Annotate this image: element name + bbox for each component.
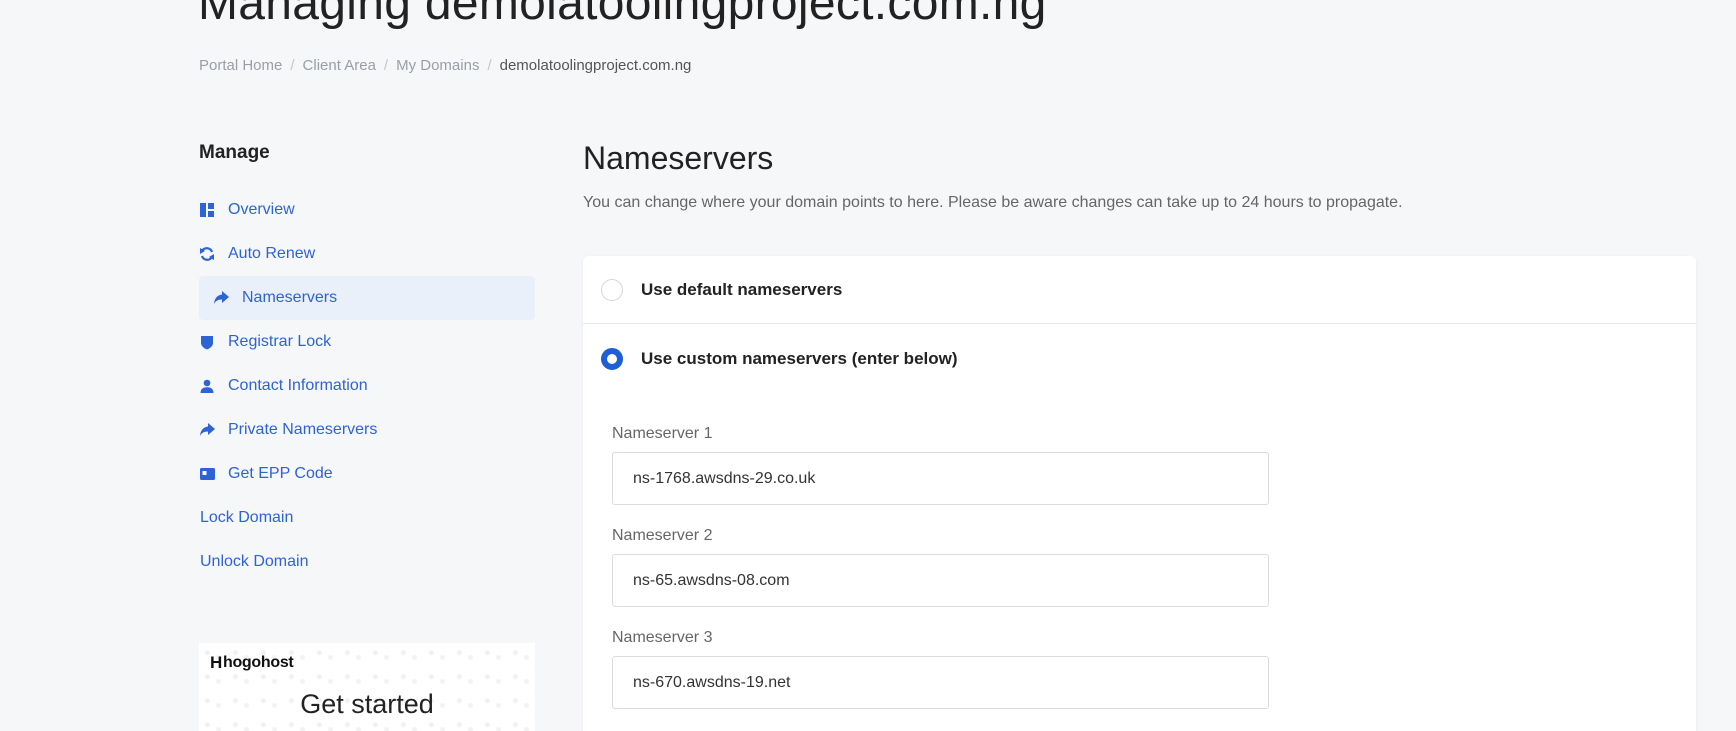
breadcrumb-portal-home[interactable]: Portal Home (199, 57, 282, 74)
promo-logo-text: hogohost (222, 654, 294, 671)
nameserver-2-group: Nameserver 2 (612, 526, 1269, 607)
sidebar-item-label: Contact Information (228, 377, 368, 394)
option-default-nameservers[interactable]: Use default nameservers (583, 256, 1696, 324)
nameserver-1-group: Nameserver 1 (612, 424, 1269, 505)
breadcrumb: Portal Home / Client Area / My Domains /… (199, 57, 691, 74)
sidebar-item-overview[interactable]: Overview (199, 188, 535, 232)
sidebar-item-private-nameservers[interactable]: Private Nameservers (199, 408, 535, 452)
sidebar-item-unlock-domain[interactable]: Unlock Domain (199, 540, 535, 584)
sidebar: Manage Overview Auto Renew Nameservers R… (199, 140, 535, 584)
promo-banner[interactable]: H hogohost Get started (199, 643, 535, 731)
nameserver-3-group: Nameserver 3 (612, 628, 1269, 709)
promo-logo-mark: H (210, 653, 222, 672)
promo-cta-text: Get started (300, 689, 434, 719)
sidebar-item-auto-renew[interactable]: Auto Renew (199, 232, 535, 276)
option-label: Use default nameservers (641, 279, 843, 299)
sidebar-item-label: Private Nameservers (228, 421, 378, 438)
sidebar-heading: Manage (199, 142, 270, 163)
sidebar-item-label: Registrar Lock (228, 333, 332, 350)
nameserver-1-label: Nameserver 1 (612, 425, 713, 442)
share-arrow-icon (199, 422, 215, 438)
sidebar-item-contact-information[interactable]: Contact Information (199, 364, 535, 408)
nameserver-2-input[interactable] (612, 554, 1269, 607)
radio-default-nameservers[interactable] (601, 278, 623, 301)
sidebar-item-label: Nameservers (242, 289, 338, 306)
sidebar-item-nameservers[interactable]: Nameservers (199, 276, 535, 320)
user-icon (199, 378, 215, 394)
sidebar-item-registrar-lock[interactable]: Registrar Lock (199, 320, 535, 364)
shield-icon (199, 334, 215, 350)
sidebar-item-label: Auto Renew (228, 245, 316, 262)
breadcrumb-separator: / (290, 57, 295, 74)
nameserver-2-label: Nameserver 2 (612, 527, 713, 544)
sidebar-item-get-epp-code[interactable]: Get EPP Code (199, 452, 535, 496)
breadcrumb-separator: / (487, 57, 492, 74)
section-title: Nameservers (583, 140, 774, 176)
breadcrumb-separator: / (383, 57, 389, 74)
nameservers-card: Use default nameservers Use custom names… (583, 256, 1696, 731)
option-label: Use custom nameservers (enter below) (641, 349, 958, 368)
id-card-icon (199, 466, 215, 482)
sidebar-item-lock-domain[interactable]: Lock Domain (199, 496, 535, 540)
nameserver-3-input[interactable] (612, 656, 1269, 709)
nameserver-1-input[interactable] (612, 452, 1269, 505)
nameserver-3-label: Nameserver 3 (612, 629, 713, 646)
section-description: You can change where your domain points … (583, 194, 1403, 211)
share-arrow-icon (213, 290, 229, 306)
dashboard-icon (199, 202, 215, 218)
sidebar-item-label: Overview (228, 201, 295, 218)
breadcrumb-client-area[interactable]: Client Area (303, 57, 376, 74)
radio-custom-nameservers[interactable] (601, 348, 623, 370)
sync-icon (199, 246, 215, 262)
breadcrumb-my-domains[interactable]: My Domains (396, 57, 479, 74)
sidebar-item-label: Lock Domain (200, 509, 294, 526)
sidebar-item-label: Unlock Domain (200, 553, 309, 570)
promo-logo: H hogohost (210, 653, 294, 673)
breadcrumb-current-domain: demolatoolingproject.com.ng (499, 57, 692, 74)
sidebar-item-label: Get EPP Code (228, 465, 333, 482)
page-title: Managing demolatoolingproject.com.ng (198, 0, 1047, 30)
option-custom-nameservers[interactable]: Use custom nameservers (enter below) (583, 325, 1696, 393)
